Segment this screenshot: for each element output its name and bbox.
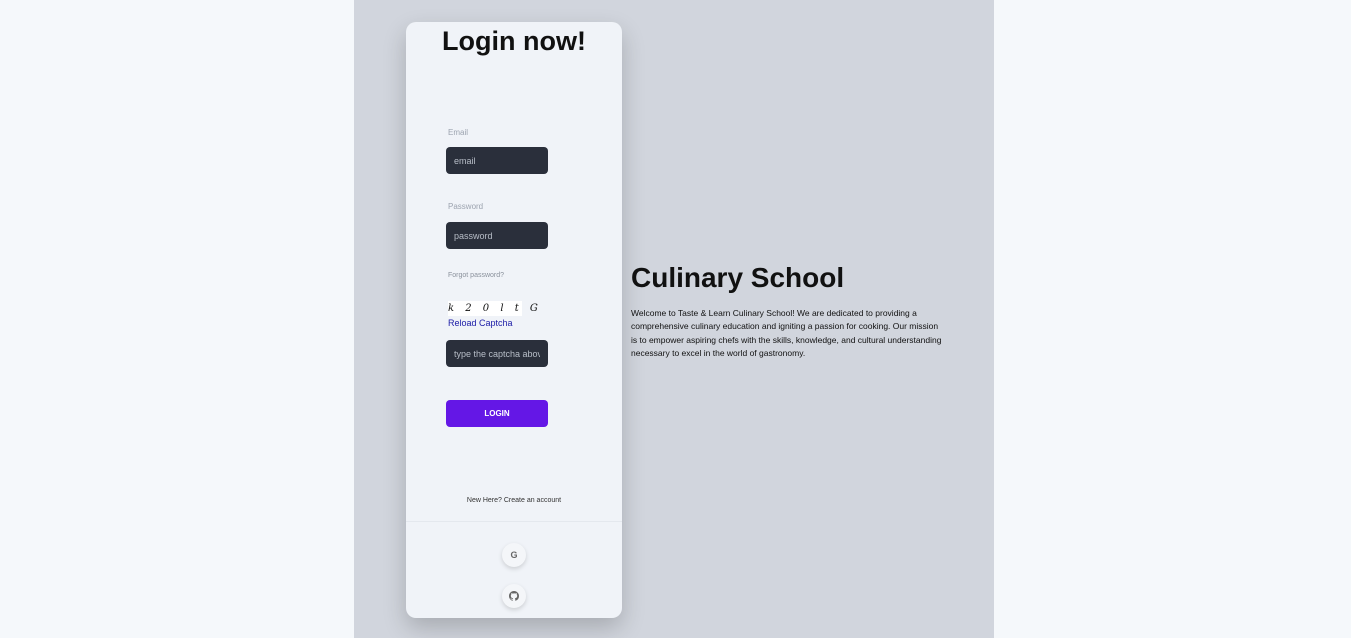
- email-label: Email: [448, 128, 469, 137]
- google-login-button[interactable]: G: [502, 543, 526, 567]
- password-label: Password: [448, 202, 484, 211]
- google-icon: G: [510, 550, 518, 560]
- github-login-button[interactable]: [502, 584, 526, 608]
- hero-section: Login now! Email Password Forgot passwor…: [354, 0, 994, 638]
- create-account-link[interactable]: New Here? Create an account: [406, 497, 622, 504]
- divider: [406, 521, 622, 522]
- school-description: Welcome to Taste & Learn Culinary School…: [631, 308, 942, 358]
- reload-captcha-link[interactable]: Reload Captcha: [448, 318, 513, 328]
- school-info: Culinary School Welcome to Taste & Learn…: [631, 262, 943, 360]
- captcha-input[interactable]: [446, 340, 548, 367]
- login-button[interactable]: LOGIN: [446, 400, 548, 427]
- login-title: Login now!: [442, 26, 586, 56]
- github-icon: [509, 591, 519, 601]
- password-field[interactable]: [446, 222, 548, 249]
- email-field[interactable]: [446, 147, 548, 174]
- login-card: Login now! Email Password Forgot passwor…: [406, 22, 622, 618]
- captcha-image: k 2 0 l t G: [448, 301, 542, 316]
- school-title: Culinary School: [631, 262, 845, 293]
- forgot-password-link[interactable]: Forgot password?: [448, 272, 504, 279]
